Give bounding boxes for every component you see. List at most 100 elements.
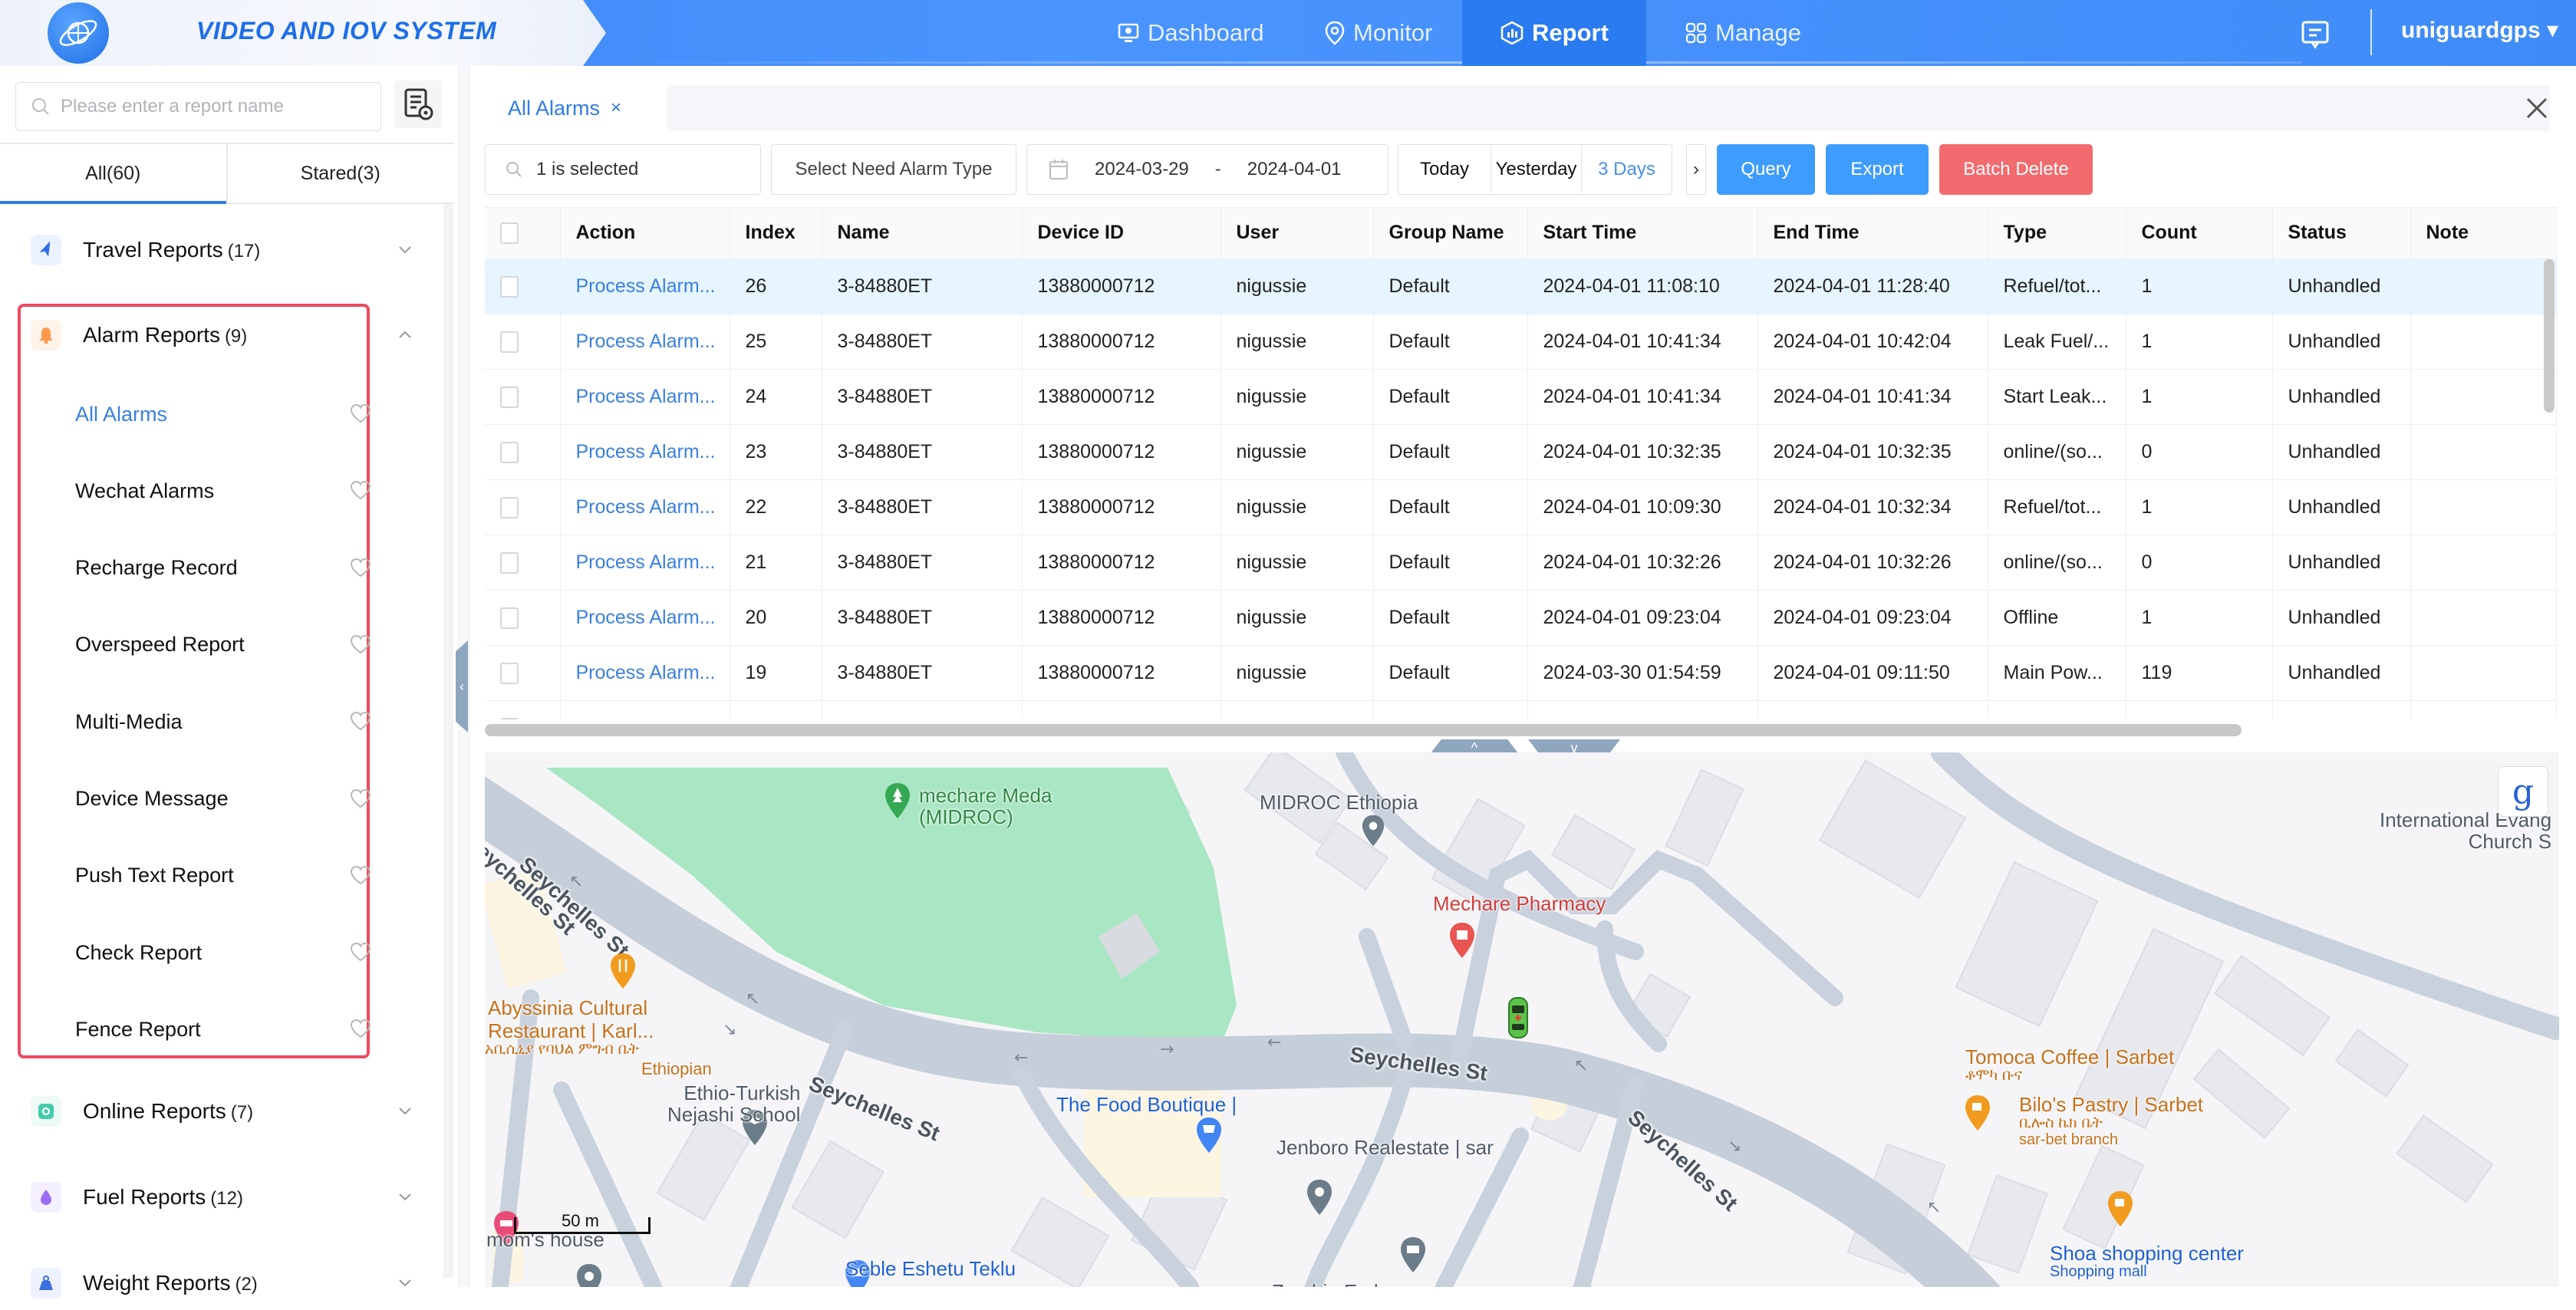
- favorite-heart-icon[interactable]: [350, 1019, 371, 1038]
- map-type-toggle-button[interactable]: g: [2498, 766, 2548, 817]
- alarm-report-item[interactable]: Multi-Media: [75, 699, 382, 745]
- alarm-report-item[interactable]: Device Message: [75, 776, 382, 822]
- category-fuel-reports[interactable]: Fuel Reports (12): [0, 1170, 430, 1224]
- table-horizontal-scrollbar[interactable]: [485, 724, 2242, 736]
- row-checkbox[interactable]: [500, 607, 519, 629]
- map-view[interactable]: ↖ ↖ ↘ ← → ← ↖ ↘ ↖ Seychelles St Seychelles St …: [485, 752, 2559, 1287]
- quick-yesterday-button[interactable]: Yesterday: [1491, 145, 1581, 194]
- row-checkbox[interactable]: [500, 551, 519, 574]
- process-alarm-link[interactable]: Process Alarm...: [576, 662, 716, 683]
- process-alarm-link[interactable]: Process Alarm...: [576, 275, 716, 297]
- row-select-cell: [485, 590, 561, 646]
- table-row[interactable]: Process Alarm... 23 3-84880ET 13880000712 ni…: [485, 424, 2557, 480]
- shopping-pin-icon[interactable]: [1195, 1116, 1223, 1154]
- row-checkbox[interactable]: [500, 331, 519, 353]
- quick-today-button[interactable]: Today: [1398, 145, 1491, 194]
- date-range-picker[interactable]: 2024-03-29 - 2024-04-01: [1026, 144, 1388, 195]
- device-select[interactable]: 1 is selected: [485, 144, 761, 195]
- export-button[interactable]: Export: [1826, 144, 1929, 195]
- alarm-report-item[interactable]: Overspeed Report: [75, 622, 382, 668]
- alarm-report-item[interactable]: Fence Report: [75, 1006, 382, 1052]
- category-travel-reports[interactable]: Travel Reports (17): [0, 223, 430, 277]
- alarm-report-item[interactable]: Wechat Alarms: [75, 468, 382, 514]
- park-pin-icon[interactable]: [884, 782, 911, 820]
- favorite-heart-icon[interactable]: [350, 942, 371, 962]
- row-checkbox[interactable]: [500, 386, 519, 408]
- query-button[interactable]: Query: [1717, 144, 1815, 195]
- quick-range-next-icon[interactable]: ›: [1686, 144, 1706, 195]
- favorite-heart-icon[interactable]: [350, 634, 371, 654]
- message-icon[interactable]: [2300, 18, 2331, 49]
- row-checkbox[interactable]: [500, 717, 519, 719]
- table-row[interactable]: Process Alarm... 21 3-84880ET 13880000712 ni…: [485, 535, 2557, 591]
- pharmacy-pin-icon[interactable]: [1448, 921, 1476, 959]
- quick-3days-button[interactable]: 3 Days: [1581, 145, 1672, 194]
- row-checkbox[interactable]: [500, 496, 519, 518]
- table-row[interactable]: Process Alarm... 26 3-84880ET 13880000712 ni…: [485, 258, 2557, 314]
- cafe-pin-icon[interactable]: [2107, 1190, 2134, 1228]
- tab-all[interactable]: All(60): [0, 144, 226, 204]
- favorite-heart-icon[interactable]: [350, 480, 371, 500]
- batch-delete-button[interactable]: Batch Delete: [1939, 144, 2093, 195]
- select-all-checkbox[interactable]: [500, 222, 519, 245]
- vehicle-car-icon[interactable]: [1507, 996, 1530, 1039]
- row-checkbox[interactable]: [500, 275, 519, 298]
- user-menu[interactable]: uniguardgps ▾: [2401, 17, 2558, 44]
- category-alarm-reports[interactable]: Alarm Reports (9): [0, 308, 430, 362]
- nav-report[interactable]: Report: [1462, 0, 1646, 66]
- report-search-box[interactable]: [15, 82, 381, 131]
- table-vertical-scrollbar[interactable]: [2544, 259, 2555, 413]
- process-alarm-link[interactable]: Process Alarm...: [576, 551, 716, 573]
- category-online-reports[interactable]: Online Reports (7): [0, 1085, 430, 1138]
- process-alarm-link[interactable]: Process Alarm...: [576, 717, 716, 720]
- favorite-heart-icon[interactable]: [350, 788, 371, 808]
- collapse-sidebar-button[interactable]: ‹: [456, 640, 468, 732]
- report-preview-button[interactable]: [394, 81, 442, 128]
- note-cell: [2410, 645, 2557, 701]
- alarm-report-item[interactable]: All Alarms: [75, 391, 382, 437]
- place-pin-icon[interactable]: [575, 1262, 603, 1287]
- row-checkbox[interactable]: [500, 441, 519, 463]
- restaurant-pin-icon[interactable]: [609, 952, 637, 990]
- report-search-input[interactable]: [61, 96, 352, 117]
- count-cell: 1: [2126, 369, 2273, 425]
- table-row[interactable]: Process Alarm... 19 3-84880ET 13880000712 ni…: [485, 645, 2557, 701]
- place-pin-icon[interactable]: [1306, 1178, 1333, 1216]
- table-row[interactable]: Process Alarm... 25 3-84880ET 13880000712 ni…: [485, 314, 2557, 370]
- tab-stared[interactable]: Stared(3): [226, 144, 454, 202]
- process-alarm-link[interactable]: Process Alarm...: [576, 386, 716, 407]
- tab-close-icon[interactable]: ×: [611, 97, 621, 119]
- process-alarm-link[interactable]: Process Alarm...: [576, 441, 716, 462]
- place-pin-icon[interactable]: [1361, 814, 1385, 848]
- process-alarm-link[interactable]: Process Alarm...: [576, 607, 716, 628]
- category-weight-reports[interactable]: Weight Reports (2): [0, 1256, 430, 1310]
- table-row[interactable]: Process Alarm... 22 3-84880ET 13880000712 ni…: [485, 479, 2557, 535]
- nav-dashboard[interactable]: Dashboard: [1097, 0, 1284, 66]
- nav-manage[interactable]: Manage: [1665, 0, 1821, 66]
- process-alarm-link[interactable]: Process Alarm...: [576, 496, 716, 518]
- sidebar-scrollbar[interactable]: [443, 204, 453, 1278]
- alarm-report-item[interactable]: Push Text Report: [75, 853, 382, 899]
- start-time-cell: 2024-03-30 01:54:59: [1527, 645, 1758, 701]
- favorite-heart-icon[interactable]: [350, 865, 371, 885]
- row-checkbox[interactable]: [500, 662, 519, 684]
- favorite-heart-icon[interactable]: [350, 558, 371, 578]
- col-type: Type: [1988, 208, 2126, 259]
- col-device-id: Device ID: [1022, 208, 1221, 259]
- cafe-pin-icon[interactable]: [1964, 1094, 1991, 1132]
- alarm-report-item[interactable]: Check Report: [75, 930, 382, 976]
- nav-monitor[interactable]: Monitor: [1304, 0, 1452, 66]
- alarm-type-select[interactable]: Select Need Alarm Type: [771, 144, 1016, 195]
- navigation-arrow-icon: [31, 235, 61, 265]
- table-row[interactable]: Process Alarm... 20 3-84880ET 13880000712 ni…: [485, 590, 2557, 646]
- favorite-heart-icon[interactable]: [350, 403, 371, 423]
- close-panel-icon[interactable]: [2518, 89, 2556, 127]
- favorite-heart-icon[interactable]: [350, 711, 371, 731]
- tab-all-alarms[interactable]: All Alarms ×: [485, 85, 667, 131]
- table-row[interactable]: Process Alarm... 183-84880ET13880000712ni…: [485, 700, 2557, 720]
- process-alarm-link[interactable]: Process Alarm...: [576, 331, 716, 352]
- alarm-report-item[interactable]: Recharge Record: [75, 545, 382, 591]
- row-select-cell: [485, 369, 561, 425]
- embassy-pin-icon[interactable]: [1399, 1236, 1427, 1274]
- table-row[interactable]: Process Alarm... 24 3-84880ET 13880000712 ni…: [485, 369, 2557, 425]
